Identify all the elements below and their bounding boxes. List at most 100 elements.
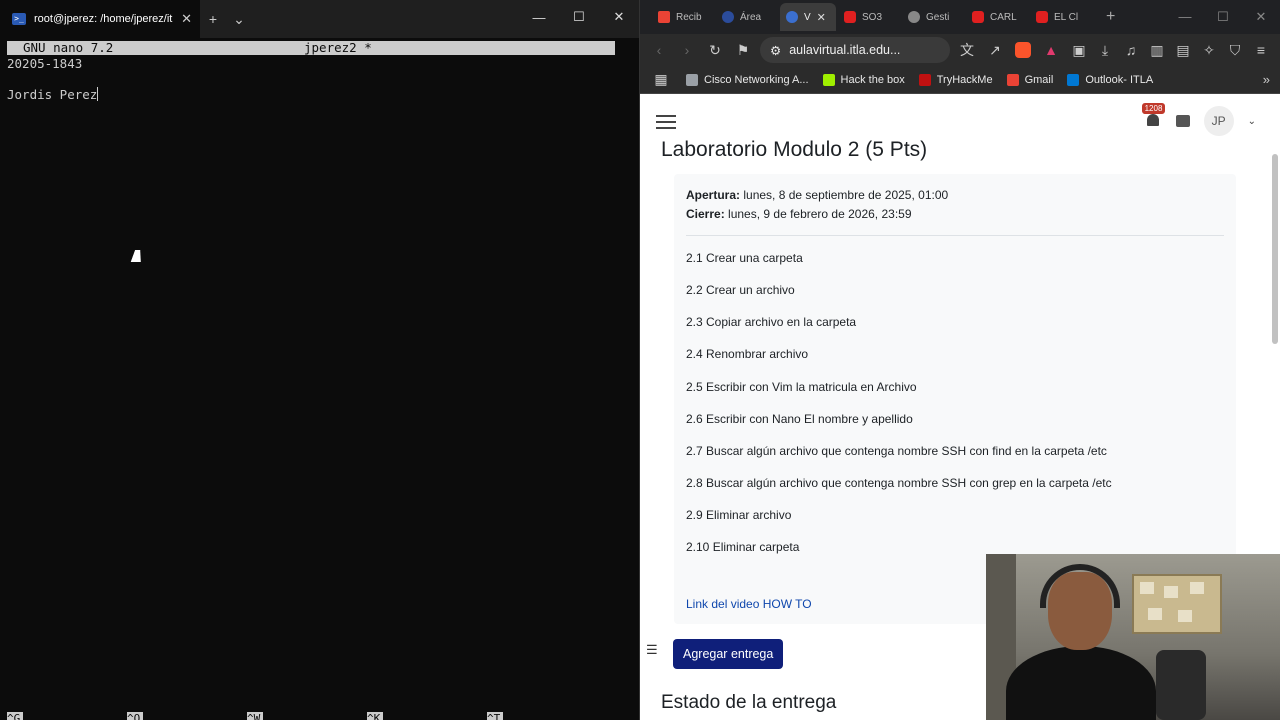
maximize-button[interactable]: ☐ <box>1204 0 1242 34</box>
menu-icon[interactable]: ≡ <box>1250 39 1272 61</box>
back-icon[interactable]: ‹ <box>648 39 670 61</box>
browser-tab[interactable]: Recib <box>652 3 714 31</box>
brave-shield-icon[interactable] <box>1012 39 1034 61</box>
vpn-icon[interactable]: ⛉ <box>1224 39 1246 61</box>
submission-status-title: Estado de la entrega <box>661 692 837 713</box>
bookmark-icon[interactable]: ⚑ <box>732 39 754 61</box>
area-icon <box>722 11 734 23</box>
editor-line-3-text: Jordis Perez <box>7 87 98 102</box>
media-icon[interactable]: ♫ <box>1120 39 1142 61</box>
shortcut-key: ^T <box>487 712 503 720</box>
chevron-down-icon[interactable]: ⌄ <box>226 11 252 28</box>
tab-label: EL Cl <box>1054 11 1079 23</box>
opening-value: lunes, 8 de septiembre de 2025, 01:00 <box>743 188 949 202</box>
minimize-button[interactable]: — <box>1166 0 1204 34</box>
editor-line-3[interactable]: Jordis Perez <box>7 87 99 102</box>
outlook-icon <box>1067 73 1080 86</box>
terminal-window[interactable]: >_ root@jperez: /home/jperez/it ✕ + ⌄ — … <box>0 0 640 720</box>
minimize-button[interactable]: — <box>519 0 559 34</box>
gmail-icon <box>1006 73 1019 86</box>
reload-icon[interactable]: ↻ <box>704 39 726 61</box>
shortcut-key: ^K <box>367 712 383 720</box>
new-tab-button[interactable]: + <box>200 11 226 27</box>
terminal-body[interactable]: GNU nano 7.2 jperez2 * 20205-1843 Jordis… <box>0 38 639 720</box>
brave-rewards-icon[interactable]: ▲ <box>1040 39 1062 61</box>
task-item: 2.4 Renombrar archivo <box>686 347 809 361</box>
nano-shortcut[interactable]: ^W <box>247 712 367 720</box>
notification-bell-icon[interactable]: 1208 <box>1141 103 1166 130</box>
browser-toolbar: ‹ › ↻ ⚑ ⚙ aulavirtual.itla.edu... 文 ↗ ▲ … <box>640 34 1280 66</box>
gear-icon <box>908 11 920 23</box>
page-title: Laboratorio Modulo 2 (5 Pts) <box>661 138 928 161</box>
video-link[interactable]: Link del video HOW TO <box>686 597 812 611</box>
avatar[interactable]: JP <box>1203 106 1234 136</box>
close-window-button[interactable]: ✕ <box>599 0 639 34</box>
nano-shortcut[interactable]: ^O <box>127 712 247 720</box>
nano-version: GNU nano 7.2 <box>23 40 114 55</box>
nano-shortcut[interactable]: ^T <box>487 712 607 720</box>
assignment-dates: Apertura: lunes, 8 de septiembre de 2025… <box>686 186 948 224</box>
powershell-icon: >_ <box>12 13 26 25</box>
terminal-tab[interactable]: >_ root@jperez: /home/jperez/it ✕ <box>0 0 200 38</box>
site-info-icon[interactable]: ⚙ <box>770 43 781 58</box>
translate-icon[interactable]: 文 <box>956 39 978 61</box>
maximize-button[interactable]: ☐ <box>559 0 599 34</box>
close-icon[interactable]: ✕ <box>817 11 826 24</box>
editor-line-1[interactable]: 20205-1843 <box>7 56 82 71</box>
toolbar-right: ▣ ⤓ ♫ ▥ ▤ ✧ ⛉ ≡ <box>1068 39 1272 61</box>
sidebar-icon[interactable]: ▥ <box>1146 39 1168 61</box>
bookmark-item[interactable]: TryHackMe <box>918 73 993 86</box>
task-item: 2.3 Copiar archivo en la carpeta <box>686 315 857 329</box>
new-tab-button[interactable]: + <box>1106 8 1115 26</box>
bookmark-item[interactable]: Outlook- ITLA <box>1067 73 1153 86</box>
chevron-down-icon[interactable]: ⌄ <box>1248 116 1256 127</box>
notification-badge: 1208 <box>1141 103 1166 114</box>
share-icon[interactable]: ↗ <box>984 39 1006 61</box>
browser-tabstrip: Recib Área V ✕ SO3 Gesti CARL EL Cl + — ☐… <box>640 0 1280 34</box>
browser-tab[interactable]: CARL <box>966 3 1028 31</box>
navbar-right: 1208 JP ⌄ <box>1141 103 1256 136</box>
add-submission-button[interactable]: Agregar entrega <box>673 639 784 669</box>
gmail-icon <box>658 11 670 23</box>
task-item: 2.2 Crear un archivo <box>686 283 795 297</box>
youtube-icon <box>844 11 856 23</box>
webcam-overlay <box>986 554 1280 720</box>
forward-icon[interactable]: › <box>676 39 698 61</box>
task-item: 2.9 Eliminar archivo <box>686 508 792 522</box>
task-item: 2.8 Buscar algún archivo que contenga no… <box>686 476 1112 490</box>
browser-tab[interactable]: Área <box>716 3 778 31</box>
messages-icon[interactable] <box>1175 115 1190 127</box>
bookmark-label: Cisco Networking A... <box>704 73 809 86</box>
mouse-pointer-icon <box>130 250 146 262</box>
cisco-icon <box>686 73 698 86</box>
browser-tab-active[interactable]: V ✕ <box>780 3 836 31</box>
page-scrollbar[interactable] <box>1272 154 1278 344</box>
close-window-button[interactable]: ✕ <box>1242 0 1280 34</box>
opening-label: Apertura: <box>686 188 741 202</box>
browser-tab[interactable]: Gesti <box>902 3 964 31</box>
reader-mode-icon[interactable]: ▣ <box>1068 39 1090 61</box>
bookmark-item[interactable]: Hack the box <box>822 73 905 86</box>
close-icon[interactable]: ✕ <box>181 11 192 27</box>
divider <box>686 235 1224 236</box>
hamburger-menu-icon[interactable] <box>656 115 676 129</box>
shortcut-key: ^O <box>127 712 143 720</box>
text-cursor <box>97 87 99 101</box>
apps-grid-icon[interactable]: ▦ <box>650 69 672 91</box>
browser-tab[interactable]: EL Cl <box>1030 3 1092 31</box>
bookmark-item[interactable]: Gmail <box>1006 73 1053 86</box>
address-bar[interactable]: ⚙ aulavirtual.itla.edu... <box>760 37 950 63</box>
window-controls: — ☐ ✕ <box>519 0 639 38</box>
course-index-icon[interactable]: ☰ <box>646 642 666 658</box>
wallet-icon[interactable]: ▤ <box>1172 39 1194 61</box>
youtube-icon <box>1036 11 1048 23</box>
download-icon[interactable]: ⤓ <box>1094 39 1116 61</box>
task-item: 2.5 Escribir con Vim la matricula en Arc… <box>686 380 917 394</box>
webcam-chair <box>1156 650 1206 720</box>
leo-ai-icon[interactable]: ✧ <box>1198 39 1220 61</box>
nano-shortcut[interactable]: ^G <box>7 712 127 720</box>
browser-tab[interactable]: SO3 <box>838 3 900 31</box>
bookmark-item[interactable]: Cisco Networking A... <box>686 73 809 86</box>
nano-shortcut[interactable]: ^K <box>367 712 487 720</box>
chevron-right-icon[interactable]: » <box>1263 72 1270 87</box>
